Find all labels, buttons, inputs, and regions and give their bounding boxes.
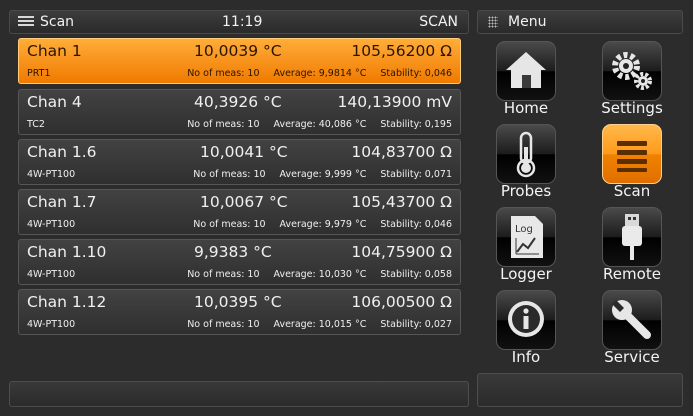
- service-button[interactable]: [602, 290, 662, 350]
- home-button[interactable]: [496, 41, 556, 101]
- channel-stability: Stability: 0,071: [380, 169, 452, 180]
- log-icon-text: Log: [515, 224, 533, 235]
- channel-row[interactable]: Chan 4 40,3926 °C 140,13900 mV TC2 No of…: [18, 89, 461, 135]
- channel-stats: No of meas: 10 Average: 9,979 °C Stability…: [179, 219, 452, 230]
- channel-name: Chan 1: [27, 42, 82, 60]
- channel-name: Chan 1.12: [27, 293, 107, 311]
- channel-stability: Stability: 0,046: [380, 68, 452, 79]
- channel-meas-count: No of meas: 10: [187, 119, 260, 130]
- channel-stats: No of meas: 10 Average: 9,9814 °C Stabilit…: [173, 68, 452, 79]
- channel-stats: No of meas: 10 Average: 9,999 °C Stability…: [179, 169, 452, 180]
- channel-temperature: 10,0395 °C: [194, 293, 282, 311]
- usb-icon: [622, 214, 642, 260]
- channel-average: Average: 10,015 °C: [273, 319, 367, 330]
- channel-temperature: 9,9383 °C: [194, 243, 272, 261]
- channel-reading: 140,13900 mV: [337, 93, 452, 111]
- info-button[interactable]: [496, 290, 556, 350]
- list-icon: [18, 16, 34, 28]
- screen-title: Scan: [40, 14, 75, 30]
- channel-stability: Stability: 0,058: [380, 269, 452, 280]
- channel-reading: 105,56200 Ω: [351, 42, 452, 60]
- channel-name: Chan 1.7: [27, 193, 97, 211]
- scan-list-icon: [617, 141, 647, 172]
- channel-name: Chan 4: [27, 93, 82, 111]
- remote-label: Remote: [603, 265, 661, 283]
- channel-row[interactable]: Chan 1.7 10,0067 °C 105,43700 Ω 4W-PT100…: [18, 189, 461, 235]
- channel-average: Average: 40,086 °C: [273, 119, 367, 130]
- channel-reading: 106,00500 Ω: [351, 293, 452, 311]
- wrench-icon: [612, 300, 651, 339]
- probes-button[interactable]: [496, 124, 556, 184]
- menu-title: Menu: [508, 14, 547, 30]
- channel-sensor: TC2: [27, 119, 45, 130]
- menu-title-bar: Menu: [477, 10, 683, 34]
- clock: 11:19: [222, 14, 263, 30]
- channel-average: Average: 9,979 °C: [279, 219, 367, 230]
- info-label: Info: [511, 348, 541, 366]
- settings-button[interactable]: [602, 41, 662, 101]
- channel-average: Average: 9,999 °C: [279, 169, 367, 180]
- settings-label: Settings: [601, 99, 663, 117]
- channel-row[interactable]: Chan 1.12 10,0395 °C 106,00500 Ω 4W-PT10…: [18, 289, 461, 335]
- channel-meas-count: No of meas: 10: [187, 319, 260, 330]
- channel-name: Chan 1.10: [27, 243, 107, 261]
- gears-icon: [612, 52, 652, 90]
- channel-stability: Stability: 0,027: [380, 319, 452, 330]
- channel-temperature: 10,0041 °C: [200, 143, 288, 161]
- channel-stats: No of meas: 10 Average: 40,086 °C Stabilit…: [173, 119, 452, 130]
- status-bar-left: [9, 381, 469, 407]
- channel-stats: No of meas: 10 Average: 10,015 °C Stabilit…: [173, 319, 452, 330]
- channel-sensor: 4W-PT100: [27, 169, 76, 180]
- channel-stats: No of meas: 10 Average: 10,030 °C Stabilit…: [173, 269, 452, 280]
- scan-label: Scan: [613, 182, 651, 200]
- channel-average: Average: 9,9814 °C: [273, 68, 367, 79]
- scan-title-bar: Scan 11:19 SCAN: [9, 10, 469, 34]
- scan-button[interactable]: [602, 124, 662, 184]
- logger-label: Logger: [500, 265, 552, 283]
- channel-reading: 104,75900 Ω: [351, 243, 452, 261]
- channel-row[interactable]: Chan 1.6 10,0041 °C 104,83700 Ω 4W-PT100…: [18, 139, 461, 185]
- channel-row[interactable]: Chan 1.10 9,9383 °C 104,75900 Ω 4W-PT100…: [18, 239, 461, 285]
- mode-label: SCAN: [419, 14, 458, 30]
- channel-temperature: 10,0039 °C: [194, 42, 282, 60]
- logger-button[interactable]: Log: [496, 207, 556, 267]
- log-chart-icon: Log: [511, 216, 543, 258]
- channel-meas-count: No of meas: 10: [187, 269, 260, 280]
- channel-stability: Stability: 0,195: [380, 119, 452, 130]
- status-bar-right: [477, 373, 683, 407]
- channel-meas-count: No of meas: 10: [193, 219, 266, 230]
- channel-temperature: 10,0067 °C: [200, 193, 288, 211]
- remote-button[interactable]: [602, 207, 662, 267]
- home-label: Home: [503, 99, 549, 117]
- channel-sensor: 4W-PT100: [27, 219, 76, 230]
- channel-average: Average: 10,030 °C: [273, 269, 367, 280]
- channel-name: Chan 1.6: [27, 143, 97, 161]
- channel-sensor: 4W-PT100: [27, 319, 76, 330]
- channel-meas-count: No of meas: 10: [193, 169, 266, 180]
- channel-reading: 104,83700 Ω: [351, 143, 452, 161]
- channel-temperature: 40,3926 °C: [194, 93, 282, 111]
- channel-sensor: PRT1: [27, 68, 51, 79]
- channel-meas-count: No of meas: 10: [187, 68, 260, 79]
- thermometer-icon: [516, 131, 536, 178]
- grip-icon: [488, 16, 498, 28]
- channel-row[interactable]: Chan 1 10,0039 °C 105,56200 Ω PRT1 No of…: [18, 38, 461, 84]
- channel-reading: 105,43700 Ω: [351, 193, 452, 211]
- probes-label: Probes: [500, 182, 552, 200]
- channel-sensor: 4W-PT100: [27, 269, 76, 280]
- info-icon: [508, 301, 544, 337]
- home-icon: [506, 52, 546, 88]
- channel-stability: Stability: 0,046: [380, 219, 452, 230]
- service-label: Service: [604, 348, 660, 366]
